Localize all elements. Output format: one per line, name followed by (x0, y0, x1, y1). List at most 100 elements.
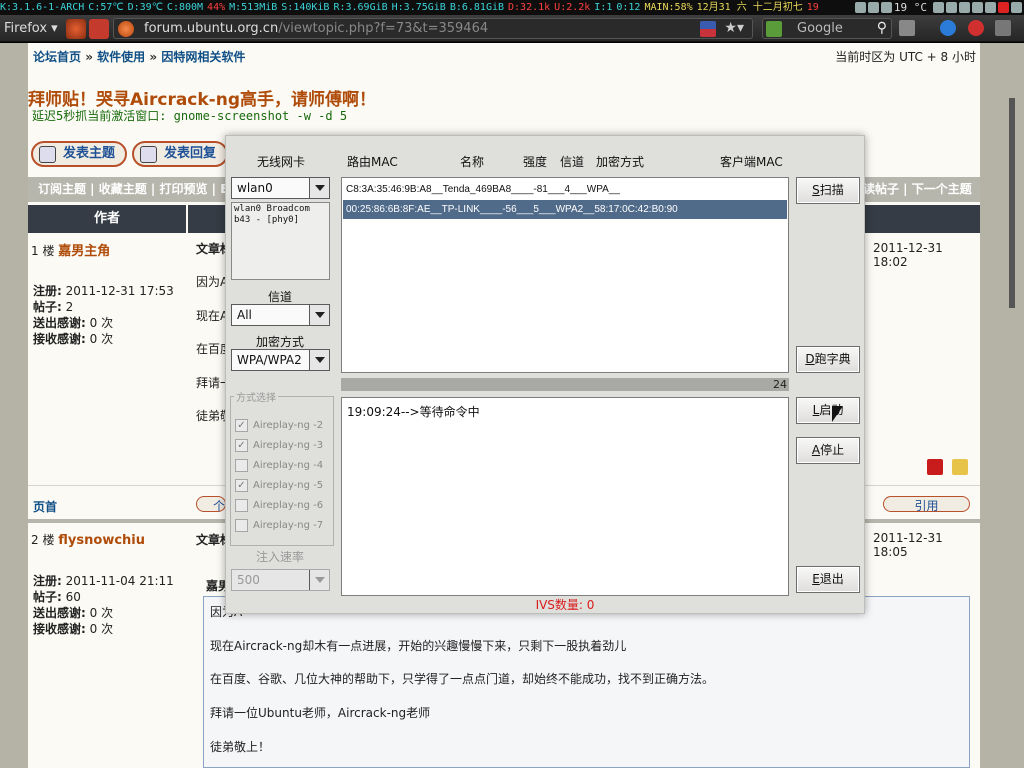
method-label: Aireplay-ng -5 (253, 480, 324, 491)
chevron-down-icon (309, 350, 329, 370)
search-icon[interactable]: ⚲ (877, 19, 887, 38)
search-engine-icon[interactable] (766, 21, 782, 37)
page-scrollbar[interactable] (1009, 98, 1015, 308)
quote-line: 徒弟敬上！ (210, 740, 271, 754)
status-i: I:1 (594, 2, 613, 13)
tray-tool-icon[interactable] (985, 2, 996, 13)
tray-window-icon[interactable] (867, 2, 879, 13)
breadcrumb-internet[interactable]: 因特网相关软件 (161, 50, 245, 64)
ap-count: 24 (773, 378, 787, 391)
tray-fan-icon[interactable] (946, 2, 957, 13)
tray-window2-icon[interactable] (880, 2, 892, 13)
menu-icon[interactable] (995, 20, 1011, 36)
stop-label: 停止 (820, 443, 845, 457)
ivs-count: IVS数量: 0 (535, 598, 595, 612)
breadcrumb-software[interactable]: 软件使用 (97, 50, 145, 64)
post2-floor: 2 楼 (31, 533, 55, 547)
chevron-down-icon (309, 305, 329, 325)
checkbox-icon: ✓ (235, 439, 248, 452)
firefox-menu-button[interactable]: Firefox ▾ (4, 19, 58, 38)
status-date: 12月31 六 十二月初七 (696, 2, 803, 13)
forward-icon[interactable] (89, 19, 109, 39)
register-label: 注册: (33, 284, 62, 298)
toolbar-left-links[interactable]: 订阅主题 | 收藏主题 | 打印预览 | E (38, 182, 228, 196)
method-label: Aireplay-ng -3 (253, 440, 324, 451)
post1-author-block: 1 楼 嘉男主角 (31, 240, 189, 259)
aircrack-gui-dialog: 无线网卡 路由MAC 名称 强度 信道 加密方式 客户端MAC wlan0 wl… (225, 135, 865, 614)
method-label: Aireplay-ng -6 (253, 500, 324, 511)
post1-time: 2011-12-31 18:02 (873, 241, 943, 269)
log-output[interactable]: 19:09:24-->等待命令中 (341, 397, 789, 596)
addon-red-icon[interactable] (968, 20, 984, 36)
ap-row[interactable]: C8:3A:35:46:9B:A8__Tenda_469BA8____-81__… (343, 180, 787, 199)
quote-line: 拜请一位Ubuntu老师，Aircrack-ng老师 (210, 706, 431, 720)
mouse-cursor-icon (832, 406, 843, 422)
weather-text: 19 °C (893, 1, 927, 14)
name-header: 名称 (460, 155, 485, 169)
breadcrumb-home[interactable]: 论坛首页 (33, 50, 81, 64)
encryption-header: 加密方式 (596, 155, 645, 169)
channel-select[interactable]: All (231, 304, 330, 326)
back-to-top-link[interactable]: 页首 (33, 498, 57, 515)
access-point-list[interactable]: C8:3A:35:46:9B:A8__Tenda_469BA8____-81__… (341, 177, 789, 373)
thanks-icon[interactable] (952, 459, 968, 475)
encryption-select[interactable]: WPA/WPA2 (231, 349, 330, 371)
post2-author-block: 2 楼 flysnowchiu (31, 531, 189, 548)
start-button[interactable]: L启动 (796, 397, 860, 424)
stop-button[interactable]: A停止 (796, 437, 860, 464)
new-topic-label: 发表主题 (63, 146, 116, 161)
tray-wifi-icon[interactable] (933, 2, 944, 13)
status-cpu-load: 44% (207, 2, 226, 13)
card-label: 无线网卡 (257, 155, 306, 169)
tray-power-icon[interactable] (972, 2, 983, 13)
browser-toolbar: Firefox ▾ forum.ubuntu.org.cn/viewtopic.… (0, 15, 1024, 42)
encryption-select-value: WPA/WPA2 (237, 353, 302, 367)
reply-button[interactable]: 发表回复 (132, 141, 228, 167)
post2-author[interactable]: flysnowchiu (58, 533, 145, 548)
register-label: 注册: (33, 574, 62, 588)
back-icon[interactable] (66, 19, 86, 39)
tray-volume-icon[interactable] (959, 2, 970, 13)
tray-app-icon[interactable] (854, 2, 866, 13)
search-bar[interactable]: Google ⚲ (762, 18, 892, 39)
header-divider (186, 205, 188, 233)
url-bar[interactable]: forum.ubuntu.org.cn/viewtopic.php?f=73&t… (113, 18, 753, 39)
dict-hotkey: D (805, 352, 815, 366)
scan-button[interactable]: S扫描 (796, 177, 860, 204)
sent-label: 送出感谢: (33, 316, 86, 330)
new-topic-button[interactable]: 发表主题 (31, 141, 127, 167)
timezone-text: 当前时区为 UTC + 8 小时 (835, 50, 976, 64)
strength-header: 强度 (523, 155, 548, 169)
posts-label: 帖子: (33, 300, 62, 314)
reply-icon (140, 146, 157, 163)
report-icon[interactable] (927, 459, 943, 475)
bookmark-star-icon[interactable]: ★▾ (724, 20, 744, 36)
quote-button[interactable]: 引用 (883, 496, 970, 513)
post2-register: 2011-11-04 21:11 (65, 574, 174, 588)
profile-button[interactable]: 个 (196, 496, 226, 513)
toolbar-right-links[interactable]: 读帖子 | 下一个主题 (863, 177, 972, 202)
exit-hotkey: E (812, 572, 820, 586)
breadcrumb: 论坛首页 » 软件使用 » 因特网相关软件 (33, 48, 245, 65)
inject-rate-select[interactable]: 500 (231, 569, 330, 591)
card-select[interactable]: wlan0 (231, 177, 330, 199)
tray-ime-icon[interactable] (998, 2, 1009, 13)
status-cpu-temp: C:57℃ (88, 2, 124, 13)
post1-recv: 0 次 (89, 332, 114, 346)
post1-author[interactable]: 嘉男主角 (58, 244, 110, 259)
sent-label: 送出感谢: (33, 606, 86, 620)
status-main-battery: MAIN:58% (644, 2, 693, 13)
addon-icon[interactable] (899, 20, 915, 36)
tray-close-icon[interactable] (1011, 2, 1022, 13)
status-home-disk: H:3.75GiB (391, 2, 446, 13)
post1-posts: 2 (65, 300, 74, 314)
checkbox-icon (235, 519, 248, 532)
dictionary-button[interactable]: D跑字典 (796, 346, 860, 373)
skype-icon[interactable] (940, 20, 956, 36)
exit-button[interactable]: E退出 (796, 566, 860, 593)
status-root-disk: R:3.69GiB (333, 2, 388, 13)
us-flag-icon[interactable] (700, 21, 716, 37)
exit-label: 退出 (819, 572, 844, 586)
ap-row-selected[interactable]: 00:25:86:6B:8F:AE__TP-LINK____-56___5___… (343, 200, 787, 219)
status-disk-temp: D:39℃ (127, 2, 163, 13)
